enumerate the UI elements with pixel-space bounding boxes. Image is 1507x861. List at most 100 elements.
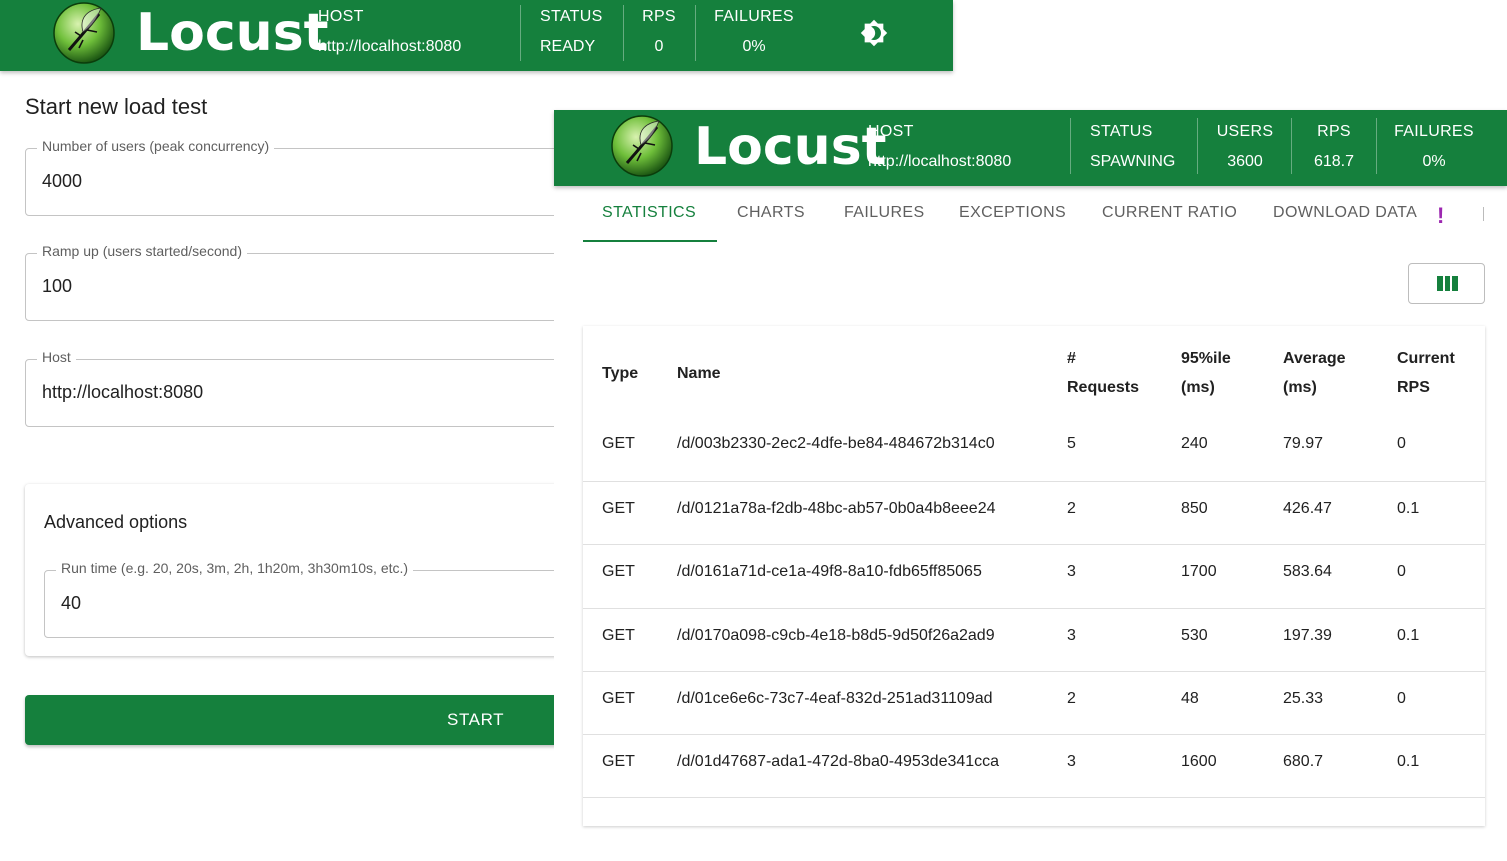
- header-current-rps[interactable]: Current RPS: [1397, 344, 1455, 402]
- failures-stat: FAILURES 0%: [704, 0, 804, 71]
- rps-stat: RPS 618.7: [1294, 115, 1374, 186]
- cell-p95: 48: [1181, 690, 1199, 707]
- brightness-icon[interactable]: [860, 19, 888, 47]
- tab-label: EXCEPTIONS: [959, 204, 1067, 221]
- cell-type: GET: [602, 627, 635, 644]
- cell-name: /d/0170a098-c9cb-4e18-b8d5-9d50f26a2ad9: [677, 627, 995, 644]
- status-label: STATUS: [540, 8, 603, 25]
- host-field-value[interactable]: http://localhost:8080: [42, 382, 203, 403]
- cell-current-rps: 0: [1397, 435, 1406, 452]
- brand-name: Locust: [136, 3, 329, 63]
- start-button-label: START: [447, 710, 505, 729]
- cell-p95: 240: [1181, 435, 1208, 452]
- header-name[interactable]: Name: [677, 359, 721, 388]
- rps-value: 618.7: [1313, 153, 1355, 170]
- header-current-rps-line1: Current: [1397, 350, 1455, 367]
- cell-name: /d/0121a78a-f2db-48bc-ab57-0b0a4b8eee24: [677, 500, 996, 517]
- cell-requests: 2: [1067, 500, 1076, 517]
- header-requests-line1: #: [1067, 350, 1076, 367]
- cell-requests: 3: [1067, 753, 1076, 770]
- cell-type: GET: [602, 500, 635, 517]
- header-p95[interactable]: 95%ile (ms): [1181, 344, 1231, 402]
- header-current-rps-line2: RPS: [1397, 379, 1430, 396]
- table-row: GET /d/0161a71d-ce1a-49f8-8a10-fdb65ff85…: [583, 544, 1485, 608]
- failures-label: FAILURES: [714, 8, 794, 25]
- runtime-field[interactable]: Run time (e.g. 20, 20s, 3m, 2h, 1h20m, 3…: [44, 560, 586, 638]
- failures-value: 0%: [1422, 153, 1446, 170]
- cell-average: 583.64: [1283, 563, 1332, 580]
- rampup-field[interactable]: Ramp up (users started/second) 100: [25, 243, 587, 321]
- users-field-value[interactable]: 4000: [42, 171, 82, 192]
- left-header: Locust HOST http://localhost:8080 STATUS…: [0, 0, 953, 71]
- divider: [695, 5, 696, 61]
- header-average-line2: (ms): [1283, 379, 1317, 396]
- table-row: GET /d/0121a78a-f2db-48bc-ab57-0b0a4b8ee…: [583, 481, 1485, 545]
- runtime-field-value[interactable]: 40: [61, 593, 81, 614]
- brand-name: Locust: [694, 117, 887, 177]
- locust-logo-icon: [611, 115, 673, 177]
- divider: [1291, 118, 1292, 174]
- cell-type: GET: [602, 435, 635, 452]
- divider: [1376, 118, 1377, 174]
- failures-label: FAILURES: [1394, 123, 1474, 140]
- cell-current-rps: 0.1: [1397, 753, 1420, 770]
- header-type[interactable]: Type: [602, 359, 638, 388]
- status-value: SPAWNING: [1090, 153, 1176, 170]
- table-row: GET /d/01d47687-ada1-472d-8ba0-4953de341…: [583, 734, 1485, 798]
- cell-requests: 2: [1067, 690, 1076, 707]
- tab-label: CURRENT RATIO: [1102, 204, 1238, 221]
- tab-bar: STATISTICS CHARTS FAILURES EXCEPTIONS CU…: [583, 190, 1463, 242]
- stats-window: Locust HOST http://localhost:8080 STATUS…: [554, 110, 1507, 826]
- rps-stat: RPS 0: [624, 0, 694, 71]
- cell-name: /d/003b2330-2ec2-4dfe-be84-484672b314c0: [677, 435, 995, 452]
- runtime-field-label: Run time (e.g. 20, 20s, 3m, 2h, 1h20m, 3…: [56, 560, 414, 576]
- users-label: USERS: [1216, 123, 1274, 140]
- rps-label: RPS: [642, 8, 676, 25]
- advanced-options-title[interactable]: Advanced options: [44, 512, 187, 533]
- users-value: 3600: [1227, 153, 1263, 170]
- cell-requests: 5: [1067, 435, 1076, 452]
- stats-table: Type Name # Requests 95%ile (ms) Average…: [583, 326, 1485, 826]
- columns-button[interactable]: [1408, 263, 1485, 304]
- cell-p95: 530: [1181, 627, 1208, 644]
- tab-label: CHARTS: [737, 204, 805, 221]
- tab-more-icon[interactable]: !: [1437, 203, 1444, 229]
- cell-name: /d/01ce6e6c-73c7-4eaf-832d-251ad31109ad: [677, 690, 993, 707]
- status-value: READY: [540, 38, 596, 55]
- rps-label: RPS: [1317, 123, 1351, 140]
- cell-average: 680.7: [1283, 753, 1324, 770]
- cell-type: GET: [602, 563, 635, 580]
- host-field-label: Host: [37, 349, 76, 365]
- host-field[interactable]: Host http://localhost:8080: [25, 349, 587, 427]
- header-requests[interactable]: # Requests: [1067, 344, 1139, 402]
- cell-average: 197.39: [1283, 627, 1332, 644]
- cell-requests: 3: [1067, 563, 1076, 580]
- users-field[interactable]: Number of users (peak concurrency) 4000: [25, 138, 587, 216]
- host-label: HOST: [318, 8, 364, 25]
- cell-requests: 3: [1067, 627, 1076, 644]
- divider: [1070, 118, 1071, 174]
- divider: [520, 5, 521, 61]
- users-field-label: Number of users (peak concurrency): [37, 138, 275, 154]
- failures-value: 0%: [742, 38, 766, 55]
- cell-current-rps: 0.1: [1397, 627, 1420, 644]
- rps-value: 0: [654, 38, 664, 55]
- users-stat: USERS 3600: [1205, 115, 1285, 186]
- host-stat: HOST http://localhost:8080: [318, 0, 518, 71]
- tab-label: DOWNLOAD DATA: [1273, 204, 1418, 221]
- right-header: Locust HOST http://localhost:8080 STATUS…: [554, 110, 1507, 186]
- host-label: HOST: [868, 123, 914, 140]
- table-row: GET /d/0170a098-c9cb-4e18-b8d5-9d50f26a2…: [583, 608, 1485, 672]
- locust-logo-icon: [53, 2, 115, 64]
- header-p95-line2: (ms): [1181, 379, 1215, 396]
- host-stat: HOST http://localhost:8080: [868, 115, 1058, 186]
- header-average[interactable]: Average (ms): [1283, 344, 1346, 402]
- header-requests-line2: Requests: [1067, 379, 1140, 396]
- host-value: http://localhost:8080: [868, 153, 1012, 170]
- cell-p95: 850: [1181, 500, 1208, 517]
- rampup-field-value[interactable]: 100: [42, 276, 72, 297]
- tab-statistics[interactable]: STATISTICS: [583, 190, 717, 242]
- cell-current-rps: 0: [1397, 563, 1406, 580]
- header-p95-line1: 95%ile: [1181, 350, 1231, 367]
- cell-average: 25.33: [1283, 690, 1324, 707]
